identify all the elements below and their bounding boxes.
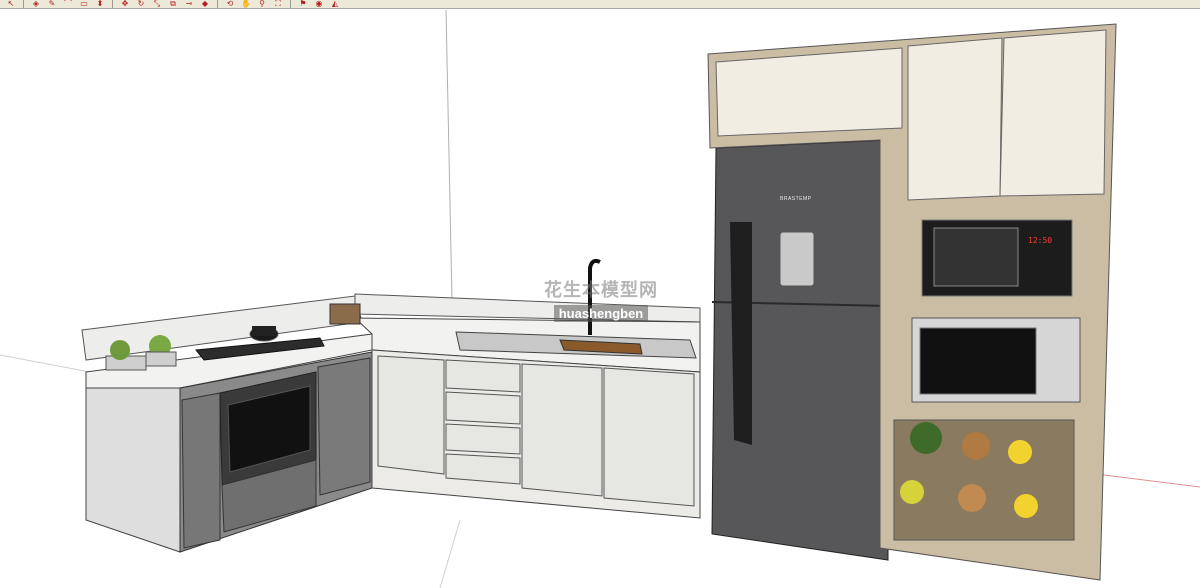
cabinet-door	[521, 363, 603, 497]
spice-rack	[329, 303, 361, 325]
axis-line-green	[0, 354, 91, 373]
toolbar-separator	[112, 0, 113, 8]
watermark-cn-text: 花生本模型网	[544, 280, 658, 301]
select-arrow-icon[interactable]: ↖	[4, 0, 18, 8]
watermelon	[910, 422, 942, 454]
tape-measure-icon[interactable]: ⊸	[182, 0, 196, 8]
bananas	[1008, 440, 1032, 464]
zoom-icon[interactable]: ⚲	[255, 0, 269, 8]
microwave-clock: 12:50	[1028, 236, 1053, 245]
axis-line-gray	[439, 519, 461, 588]
toolbar: ↖ ◈ ✎ ⌒ ▭ ⬍ ✥ ↻ ⤡ ⧉ ⊸ ◆ ⟲ ✋ ⚲ ⛶ ⚑ ◉ ◭	[0, 0, 1200, 9]
eraser-icon[interactable]: ◈	[29, 0, 43, 8]
melon	[962, 432, 990, 460]
upper-cabinet-door	[907, 37, 1003, 201]
drawer	[445, 423, 521, 455]
watermark: 花生本模型网 huashengben	[531, 276, 671, 323]
pencil-icon[interactable]: ✎	[45, 0, 59, 8]
cabinet-door	[603, 367, 695, 507]
offset-icon[interactable]: ⧉	[166, 0, 180, 8]
arc-icon[interactable]: ⌒	[61, 0, 75, 8]
zoom-extents-icon[interactable]: ⛶	[271, 0, 285, 8]
walk-icon[interactable]: ⚑	[296, 0, 310, 8]
pan-icon[interactable]: ✋	[239, 0, 253, 8]
drawer	[445, 359, 521, 393]
cabinet-door-gray	[317, 357, 371, 496]
microwave-window	[933, 227, 1019, 287]
toaster-oven-window	[919, 327, 1037, 395]
look-around-icon[interactable]: ◉	[312, 0, 326, 8]
watermark-en-text: huashengben	[553, 305, 649, 322]
drawer	[445, 391, 521, 425]
cooking-pot	[252, 326, 276, 336]
lemons	[900, 480, 924, 504]
toolbar-separator	[217, 0, 218, 8]
orbit-icon[interactable]: ⟲	[223, 0, 237, 8]
scale-icon[interactable]: ⤡	[150, 0, 164, 8]
section-plane-icon[interactable]: ◭	[328, 0, 342, 8]
axis-line-blue	[445, 10, 453, 301]
paint-bucket-icon[interactable]: ◆	[198, 0, 212, 8]
bananas	[1014, 494, 1038, 518]
left-cabinet-side	[85, 387, 181, 553]
rotate-icon[interactable]: ↻	[134, 0, 148, 8]
cabinet-door	[377, 355, 445, 475]
push-pull-icon[interactable]: ⬍	[93, 0, 107, 8]
toolbar-separator	[290, 0, 291, 8]
melon	[958, 484, 986, 512]
planter	[145, 351, 177, 367]
herb-plant	[110, 340, 130, 360]
cabinet-door-gray	[181, 392, 221, 549]
rectangle-icon[interactable]: ▭	[77, 0, 91, 8]
fridge-control-panel	[779, 231, 815, 287]
planter	[105, 355, 147, 371]
move-icon[interactable]: ✥	[118, 0, 132, 8]
model-viewport[interactable]: 花生本模型网 huashengben BRASTEMP 12:50	[0, 10, 1200, 588]
upper-cabinet-door	[715, 47, 903, 137]
upper-cabinet-door	[999, 29, 1107, 197]
fridge-brand-label: BRASTEMP	[780, 196, 812, 202]
toolbar-separator	[23, 0, 24, 8]
